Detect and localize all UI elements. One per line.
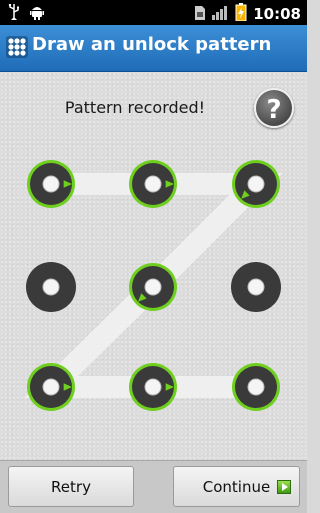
pattern-grid[interactable] xyxy=(0,0,307,460)
retry-button[interactable]: Retry xyxy=(8,466,134,507)
pattern-node[interactable] xyxy=(129,160,177,208)
pattern-node[interactable] xyxy=(129,263,177,311)
pattern-node[interactable] xyxy=(231,262,281,312)
pattern-node[interactable] xyxy=(232,160,280,208)
arrow-right-icon xyxy=(277,480,291,494)
pattern-node[interactable] xyxy=(129,363,177,411)
retry-label: Retry xyxy=(51,477,91,496)
continue-label: Continue xyxy=(202,477,271,496)
button-bar: Retry Continue xyxy=(0,460,307,513)
pattern-node[interactable] xyxy=(27,160,75,208)
continue-button[interactable]: Continue xyxy=(173,466,300,507)
pattern-node[interactable] xyxy=(232,363,280,411)
pattern-node[interactable] xyxy=(27,363,75,411)
pattern-node[interactable] xyxy=(26,262,76,312)
